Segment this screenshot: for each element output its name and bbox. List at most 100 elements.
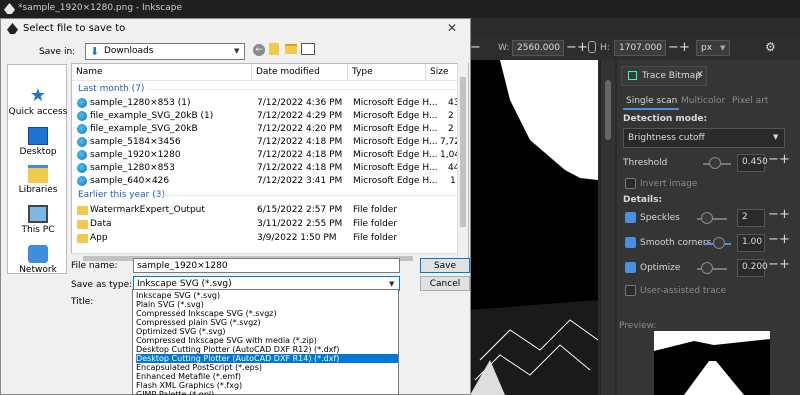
dropdown-option[interactable]: Plain SVG (*.svg) (136, 300, 398, 309)
smooth-corners-input[interactable]: 1.00 (737, 234, 765, 252)
file-name-input[interactable]: sample_1920×1280 (133, 258, 400, 273)
column-header-date[interactable]: Date modified (252, 64, 348, 80)
column-header-name[interactable]: Name (72, 64, 252, 80)
group-header-earlier-this-year[interactable]: Earlier this year (3) (78, 190, 165, 200)
optimize-slider-knob[interactable] (701, 262, 713, 274)
user-assisted-checkbox[interactable] (625, 285, 636, 296)
dropdown-option[interactable]: Enhanced Metafile (*.emf) (136, 372, 398, 381)
width-input[interactable]: 2560.000 (512, 40, 564, 56)
mode-tab-pixel-art[interactable]: Pixel art (732, 96, 768, 106)
height-input[interactable]: 1707.000 (614, 40, 666, 56)
place-libraries[interactable]: Libraries (8, 165, 68, 195)
smooth-corners-slider-knob[interactable] (713, 237, 725, 249)
scrollbar-thumb[interactable] (605, 80, 611, 140)
mode-tab-single-scan[interactable]: Single scan (626, 96, 677, 106)
width-decrement-button[interactable]: − (566, 40, 577, 56)
minus-icon[interactable]: − (470, 40, 481, 56)
tab-trace-bitmap[interactable]: Trace Bitmap ✕ (621, 66, 707, 86)
threshold-slider-knob[interactable] (709, 157, 721, 169)
save-button[interactable]: Save (420, 258, 470, 273)
width-label: W: (498, 43, 510, 53)
file-row[interactable]: file_example_SVG_20kB 7/12/2022 4:20 PM Mi… (74, 123, 456, 136)
threshold-increment-button[interactable]: + (779, 152, 790, 167)
file-row[interactable]: sample_1280×853 (1) 7/12/2022 4:36 PM Micr… (74, 97, 458, 110)
close-icon[interactable]: ✕ (696, 70, 704, 80)
back-icon[interactable]: ← (253, 44, 265, 56)
invert-label: Invert image (640, 179, 698, 189)
file-row[interactable]: file_example_SVG_20kB (1) 7/12/2022 4:29 … (74, 110, 456, 123)
scrollbar-thumb[interactable] (460, 77, 466, 227)
tool-controls-bar: − W: 2560.000 − + H: 1707.000 − + px ▼ ⚙ (470, 36, 800, 60)
file-row[interactable]: sample_1920×1280 7/12/2022 4:18 PM Microso… (74, 149, 458, 162)
edge-file-icon (77, 150, 87, 160)
threshold-decrement-button[interactable]: − (768, 152, 779, 167)
group-header-last-month[interactable]: Last month (7) (78, 84, 144, 94)
up-folder-icon[interactable] (269, 43, 279, 55)
place-quick-access[interactable]: ★ Quick access (8, 87, 68, 118)
file-row[interactable]: sample_640×426 7/12/2022 3:41 PM Microsoft… (74, 175, 456, 188)
view-menu-icon[interactable] (301, 43, 315, 55)
speckles-slider-knob[interactable] (701, 212, 713, 224)
file-date: 7/12/2022 4:18 PM (257, 163, 343, 173)
dropdown-option[interactable]: Optimized SVG (*.svg) (136, 327, 398, 336)
file-row[interactable]: sample_5184×3456 7/12/2022 4:18 PM Microso… (74, 136, 458, 149)
dropdown-option[interactable]: Compressed Inkscape SVG with media (*.zi… (136, 336, 398, 345)
place-desktop[interactable]: Desktop (8, 127, 68, 157)
dropdown-option[interactable]: GIMP Palette (*.gpl) (136, 390, 398, 395)
speckles-input[interactable]: 2 (737, 209, 765, 227)
place-this-pc[interactable]: This PC (8, 205, 68, 235)
dropdown-option[interactable]: Inkscape SVG (*.svg) (136, 291, 398, 300)
column-header-size[interactable]: Size (426, 64, 458, 80)
place-network[interactable]: Network (8, 245, 68, 275)
column-header-type[interactable]: Type (348, 64, 426, 80)
mode-tab-multicolor[interactable]: Multicolor (681, 96, 725, 106)
folder-type: File folder (353, 219, 398, 229)
vertical-scrollbar[interactable] (600, 60, 615, 395)
dropdown-option[interactable]: Desktop Cutting Plotter (AutoCAD DXF R12… (136, 345, 398, 354)
file-name-label: File name: (71, 261, 118, 271)
lock-icon[interactable] (588, 41, 596, 53)
height-increment-button[interactable]: + (679, 40, 690, 56)
active-tab-indicator (623, 108, 679, 110)
speckles-decrement-button[interactable]: − (768, 207, 779, 222)
invert-checkbox[interactable] (625, 178, 636, 189)
optimize-checkbox[interactable] (625, 262, 636, 273)
dropdown-option[interactable]: Compressed plain SVG (*.svgz) (136, 318, 398, 327)
gear-icon[interactable]: ⚙ (765, 40, 776, 54)
details-label: Details: (623, 195, 663, 205)
close-icon[interactable]: ✕ (447, 21, 457, 35)
speckles-checkbox[interactable] (625, 212, 636, 223)
save-in-select[interactable]: ⬇ Downloads ▼ (85, 43, 245, 60)
smooth-corners-label: Smooth corners (640, 238, 712, 248)
folder-row[interactable]: App 3/9/2022 1:50 PM File folder (74, 232, 456, 245)
optimize-decrement-button[interactable]: − (768, 257, 779, 272)
place-label: This PC (21, 225, 55, 235)
file-list-vertical-scrollbar[interactable] (457, 63, 468, 263)
file-date: 7/12/2022 4:29 PM (257, 111, 343, 121)
file-row[interactable]: sample_1280×853 7/12/2022 4:18 PM Microsof… (74, 162, 458, 175)
dropdown-option[interactable]: Encapsulated PostScript (*.eps) (136, 363, 398, 372)
optimize-increment-button[interactable]: + (779, 257, 790, 272)
folder-row[interactable]: WatermarkExpert_Output 6/15/2022 2:57 PM F… (74, 204, 456, 217)
height-decrement-button[interactable]: − (668, 40, 679, 56)
new-folder-icon[interactable] (285, 44, 297, 54)
speckles-increment-button[interactable]: + (779, 207, 790, 222)
dropdown-option[interactable]: Flash XML Graphics (*.fxg) (136, 381, 398, 390)
width-increment-button[interactable]: + (577, 40, 588, 56)
dropdown-option-selected[interactable]: Desktop Cutting Plotter (AutoCAD DXF R14… (136, 354, 398, 363)
dropdown-option[interactable]: Compressed Inkscape SVG (*.svgz) (136, 309, 398, 318)
detection-mode-select[interactable]: Brightness cutoff (623, 128, 785, 148)
optimize-input[interactable]: 0.200 (737, 259, 768, 277)
folder-icon (77, 220, 88, 229)
window-title: *sample_1920×1280.png - Inkscape (18, 3, 183, 13)
height-label: H: (600, 43, 610, 53)
smooth-increment-button[interactable]: + (779, 232, 790, 247)
smooth-decrement-button[interactable]: − (768, 232, 779, 247)
chevron-down-icon: ▼ (720, 44, 726, 52)
folder-row[interactable]: Data 3/11/2022 2:55 PM File folder (74, 218, 456, 231)
smooth-corners-checkbox[interactable] (625, 237, 636, 248)
canvas-image[interactable] (470, 60, 598, 395)
cancel-button[interactable]: Cancel (420, 276, 470, 291)
group-divider (147, 89, 457, 90)
threshold-input[interactable]: 0.450 (737, 154, 768, 172)
